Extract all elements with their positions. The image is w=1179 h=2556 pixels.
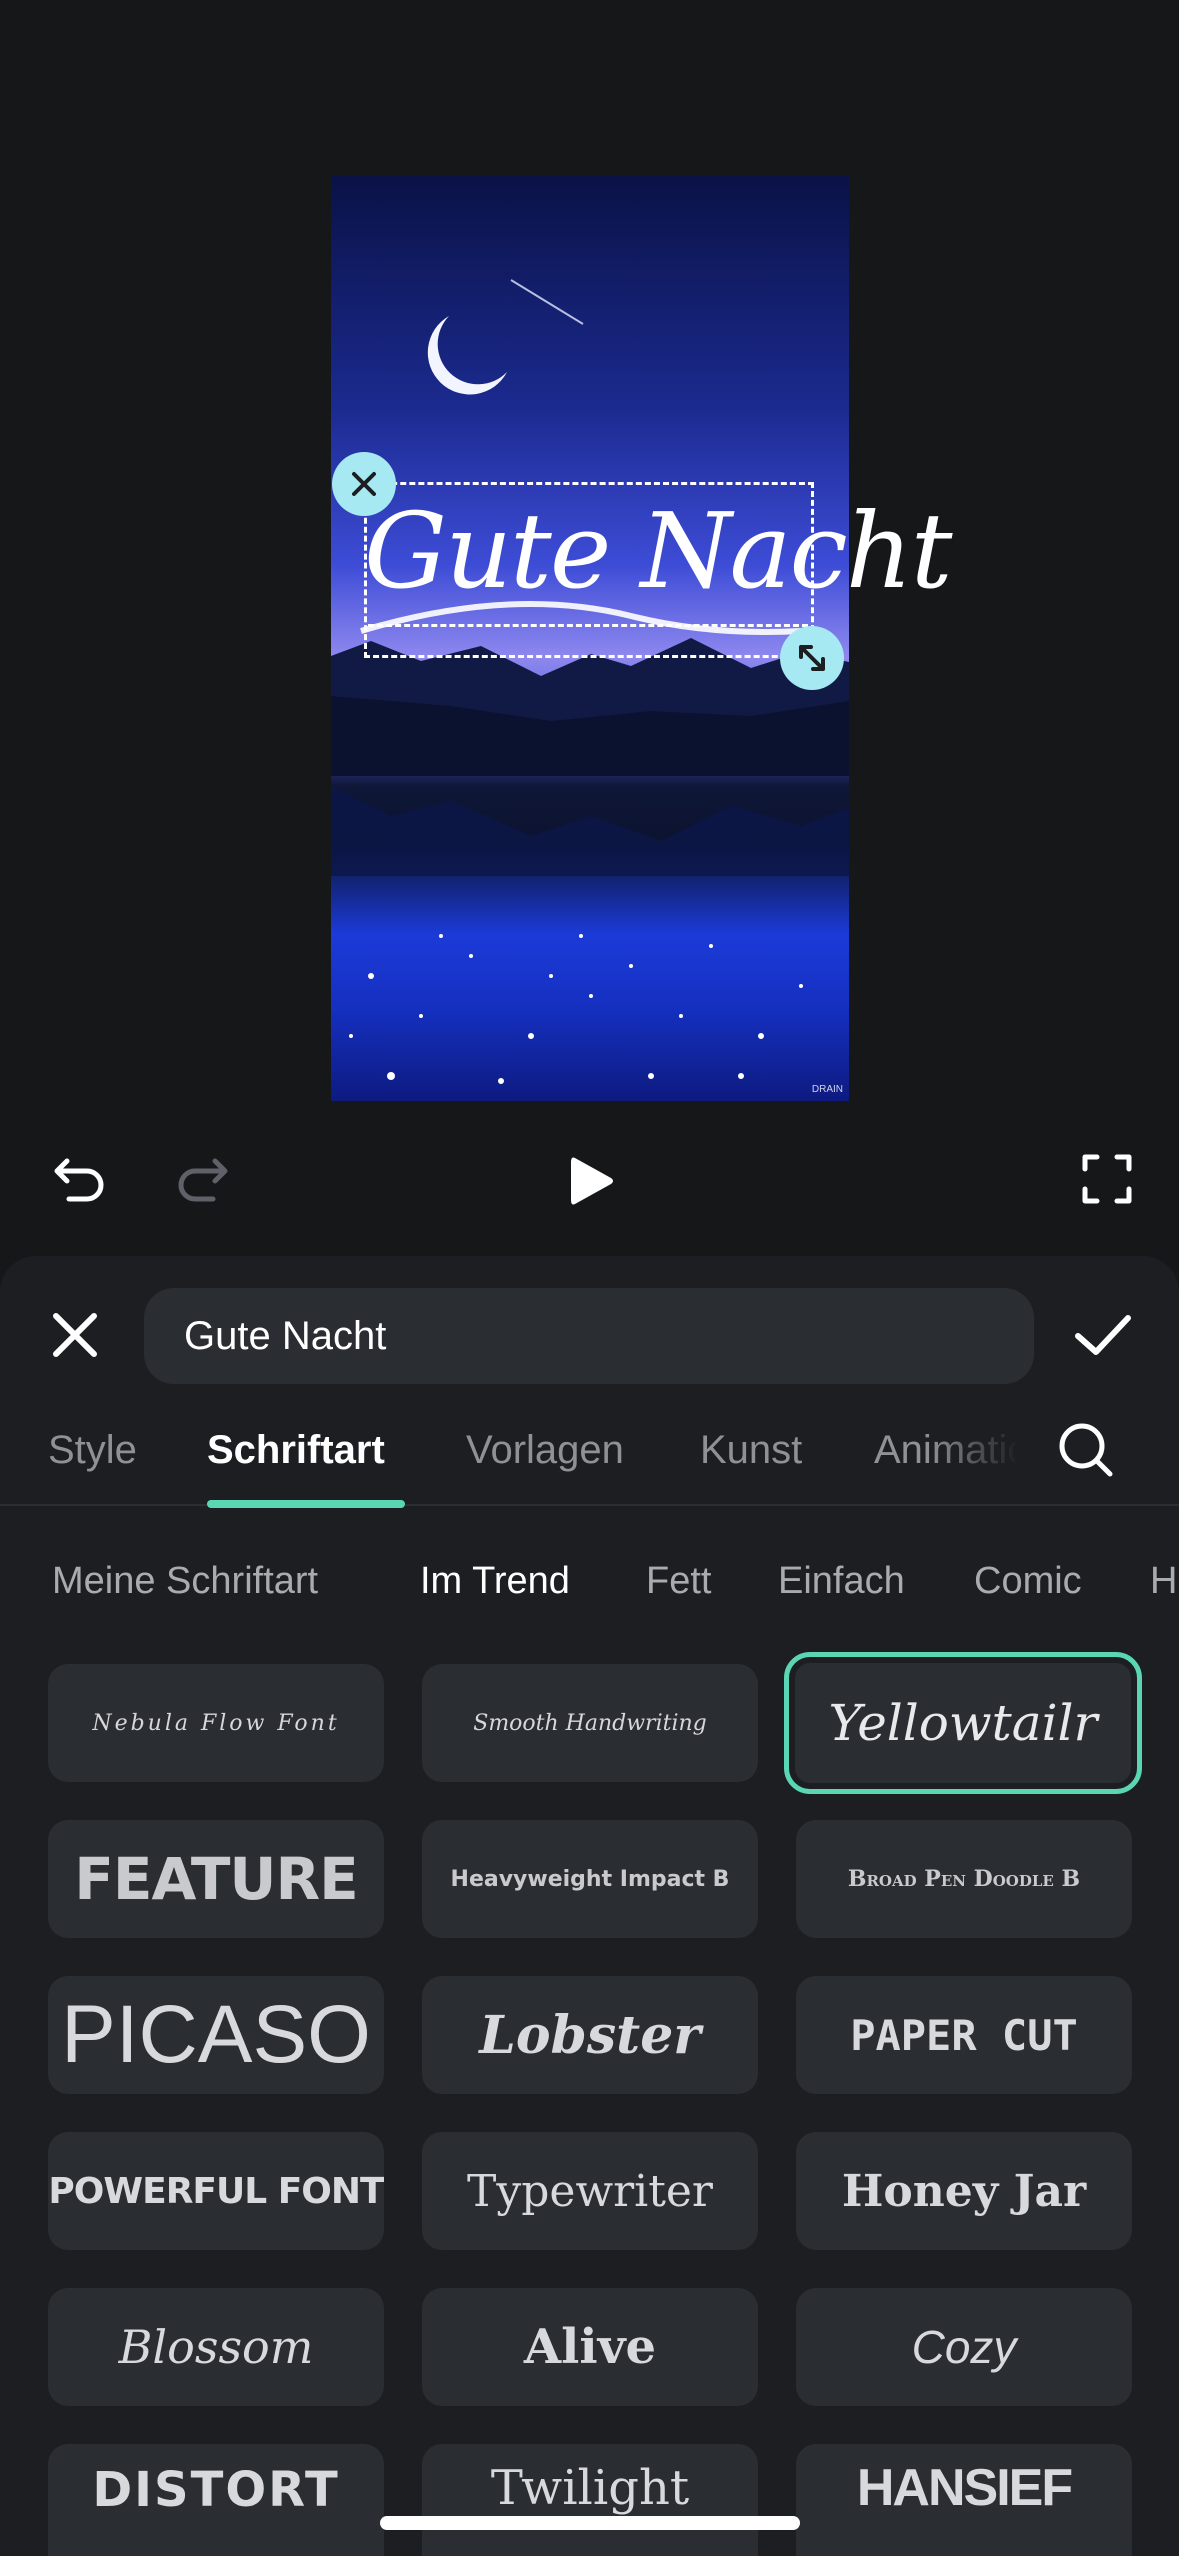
font-tile-label: Honey Jar — [841, 2165, 1087, 2217]
watermark: DRAIN — [811, 1084, 843, 1095]
fullscreen-button[interactable] — [1074, 1146, 1140, 1212]
font-tile-picaso[interactable]: PICASO — [48, 1976, 384, 2094]
font-tile-hansief[interactable]: HANSIEF — [796, 2444, 1132, 2556]
font-tile-label: Broad Pen Doodle B — [847, 1866, 1081, 1892]
category-comic[interactable]: Comic — [974, 1560, 1082, 1603]
tab-vorlagen[interactable]: Vorlagen — [466, 1428, 624, 1473]
confirm-button[interactable] — [1068, 1300, 1138, 1370]
font-tile-nebula-flow[interactable]: Nebula Flow Font — [48, 1664, 384, 1782]
font-tile-label: Smooth Handwriting — [473, 1710, 707, 1736]
font-tile-typewriter[interactable]: Typewriter — [422, 2132, 758, 2250]
font-tile-alive[interactable]: Alive — [422, 2288, 758, 2406]
tab-scroll-fade — [930, 1410, 1040, 1500]
font-tile-heavyweight-impact[interactable]: Heavyweight Impact B — [422, 1820, 758, 1938]
font-tile-twilight[interactable]: Twilight — [422, 2444, 758, 2556]
font-tile-powerful-font[interactable]: POWERFUL FONT — [48, 2132, 384, 2250]
font-tile-honey-jar[interactable]: Honey Jar — [796, 2132, 1132, 2250]
font-tile-label: Typewriter — [467, 2165, 713, 2217]
redo-button[interactable] — [170, 1146, 236, 1212]
close-editor-button[interactable] — [40, 1300, 110, 1370]
shooting-star — [510, 279, 584, 325]
font-tile-label: Lobster — [479, 2004, 701, 2066]
font-tile-label: POWERFUL FONT — [48, 2170, 384, 2212]
water-sparkles — [349, 934, 803, 1084]
font-tile-label: Cozy — [911, 2321, 1017, 2373]
category-im-trend[interactable]: Im Trend — [420, 1560, 570, 1603]
font-tile-distort[interactable]: DISTORT — [48, 2444, 384, 2556]
fullscreen-icon — [1082, 1154, 1132, 1204]
font-tile-label: PICASO — [61, 1989, 371, 2080]
font-tile-label: Nebula Flow Font — [92, 1710, 340, 1736]
text-selection-box[interactable] — [364, 482, 814, 658]
font-tile-label: HANSIEF — [856, 2459, 1073, 2517]
category-meine-schriftart[interactable]: Meine Schriftart — [52, 1560, 318, 1603]
font-tile-lobster[interactable]: Lobster — [422, 1976, 758, 2094]
delete-text-handle[interactable] — [332, 452, 396, 516]
redo-icon — [178, 1158, 228, 1202]
category-fett[interactable]: Fett — [646, 1560, 711, 1603]
resize-rotate-handle[interactable] — [780, 626, 844, 690]
font-tile-cozy[interactable]: Cozy — [796, 2288, 1132, 2406]
font-tile-label: Alive — [523, 2319, 657, 2375]
font-tile-smooth-handwriting[interactable]: Smooth Handwriting — [422, 1664, 758, 1782]
close-icon — [352, 472, 376, 496]
font-tile-yellowtailr[interactable]: Yellowtailr — [784, 1652, 1142, 1794]
category-more[interactable]: H — [1150, 1560, 1177, 1603]
font-tile-label: Yellowtailr — [828, 1694, 1098, 1752]
tab-kunst[interactable]: Kunst — [700, 1428, 802, 1473]
font-tile-blossom[interactable]: Blossom — [48, 2288, 384, 2406]
tab-style[interactable]: Style — [48, 1428, 137, 1473]
play-icon — [571, 1157, 613, 1205]
checkmark-icon — [1075, 1315, 1131, 1355]
font-tile-feature[interactable]: FEATURE — [48, 1820, 384, 1938]
editor-tabs: Style Schriftart Vorlagen Kunst Animatio — [0, 1410, 1179, 1508]
active-tab-indicator — [207, 1500, 405, 1508]
tab-schriftart[interactable]: Schriftart — [207, 1428, 385, 1473]
font-tile-label: Heavyweight Impact B — [450, 1866, 730, 1892]
font-tile-label: Twilight — [490, 2460, 690, 2516]
undo-icon — [54, 1158, 104, 1202]
text-input-value: Gute Nacht — [184, 1313, 387, 1358]
close-icon — [53, 1313, 97, 1357]
resize-icon — [799, 645, 825, 671]
font-tile-broad-pen-doodle[interactable]: Broad Pen Doodle B — [796, 1820, 1132, 1938]
selection-guide-line — [368, 624, 808, 627]
search-icon — [1059, 1423, 1113, 1477]
font-tile-label: FEATURE — [74, 1845, 359, 1913]
text-input-field[interactable]: Gute Nacht — [144, 1288, 1034, 1384]
play-button[interactable] — [556, 1146, 626, 1216]
category-einfach[interactable]: Einfach — [778, 1560, 905, 1603]
font-tile-label: Blossom — [118, 2320, 314, 2374]
reflection — [331, 786, 849, 876]
font-tile-label: PAPER CUT — [850, 2010, 1078, 2060]
moon — [427, 316, 507, 395]
font-tile-label: DISTORT — [92, 2462, 340, 2518]
font-tile-paper-cut[interactable]: PAPER CUT — [796, 1976, 1132, 2094]
search-button[interactable] — [1054, 1418, 1124, 1488]
home-indicator — [380, 2516, 800, 2530]
undo-button[interactable] — [46, 1146, 112, 1212]
